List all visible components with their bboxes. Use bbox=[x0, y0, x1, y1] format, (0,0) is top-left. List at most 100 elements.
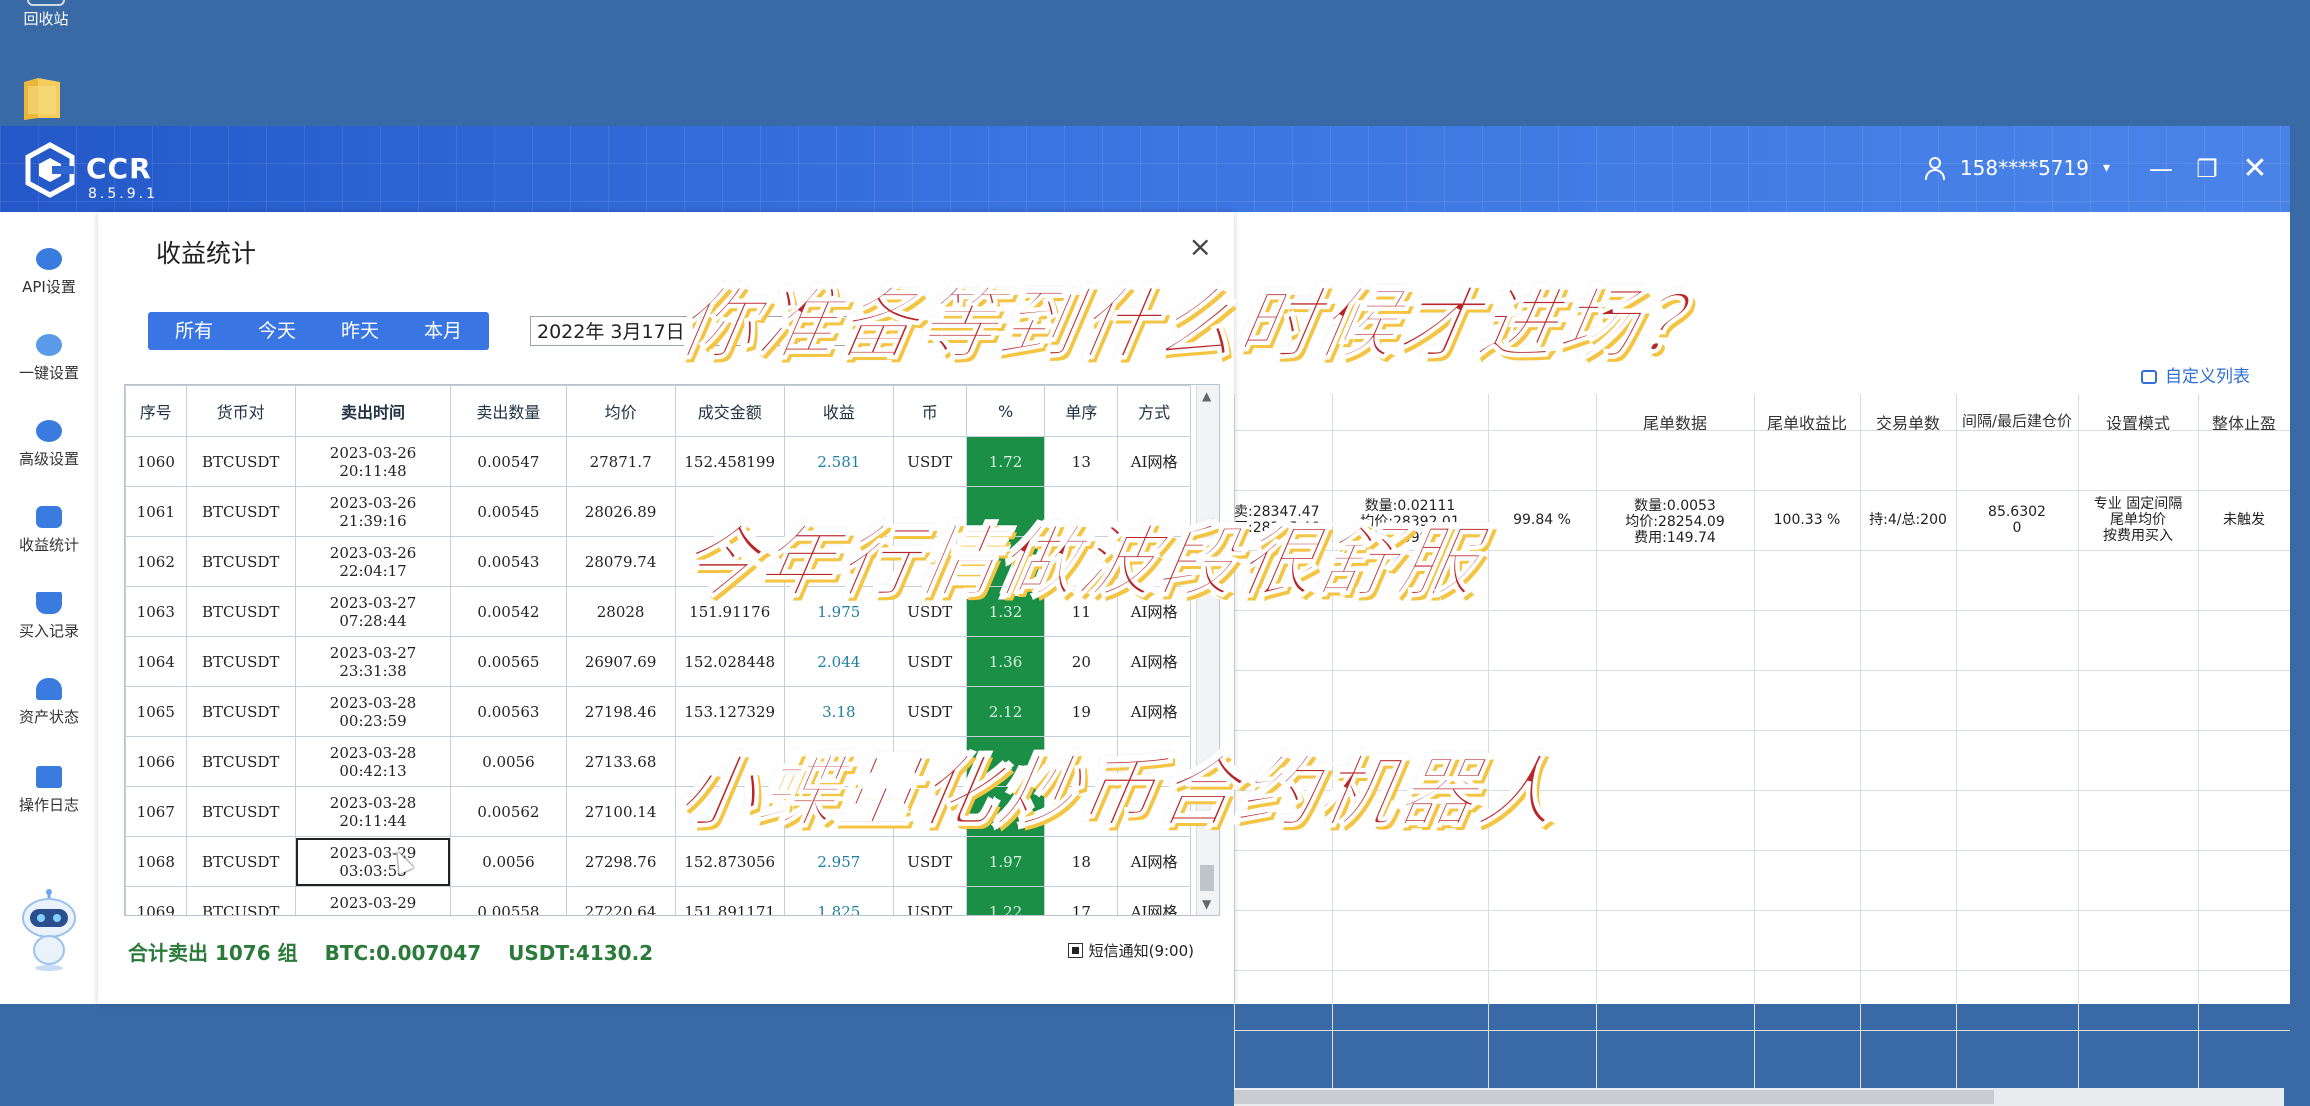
sidebar-item-label: 操作日志 bbox=[18, 796, 79, 814]
sidebar-item-label: API设置 bbox=[22, 278, 76, 296]
table-cell: AI网格 bbox=[1117, 886, 1191, 915]
table-cell: 2023-03-28 00:23:59 bbox=[294, 686, 452, 737]
table-row[interactable]: 1068 BTCUSDT 2023-03-29 03:03:53 0.0056 2729… bbox=[125, 836, 1191, 887]
recycle-bin-icon[interactable]: 回收站 bbox=[14, 0, 78, 29]
sidebar-item-label: 高级设置 bbox=[18, 450, 79, 468]
table-row[interactable]: 1069BTCUSDT2023-03-29 03:17:210.00558272… bbox=[125, 886, 1191, 915]
table-cell: 151.891171 bbox=[674, 886, 785, 915]
column-header: 间隔/最后建仓价 bbox=[1961, 412, 2073, 430]
horizontal-scrollbar[interactable] bbox=[1234, 1088, 2284, 1106]
grid-cell: 85.6302 0 bbox=[1988, 504, 2046, 536]
table-header-row: 序号 货币对 卖出时间 卖出数量 均价 成交金额 收益 币 % 单序 方式 bbox=[125, 385, 1191, 437]
sidebar-item-advanced[interactable]: 高级设置 bbox=[0, 420, 98, 469]
table-cell: 1.36 bbox=[965, 636, 1046, 687]
chevron-down-icon[interactable]: ▾ bbox=[2103, 160, 2110, 176]
table-cell: 28079.74 bbox=[565, 536, 676, 587]
table-cell: 1.825 bbox=[783, 886, 894, 915]
column-header[interactable]: 序号 bbox=[125, 385, 187, 437]
table-cell: 152.458199 bbox=[674, 436, 785, 487]
table-cell: BTCUSDT bbox=[185, 636, 296, 687]
scroll-down-icon[interactable]: ▼ bbox=[1202, 897, 1211, 911]
overlay-caption: 你准备等到什么时候才进场？ bbox=[670, 279, 1728, 371]
column-header[interactable]: 卖出时间 bbox=[294, 385, 452, 437]
table-row[interactable]: 1060 BTCUSDT 2023-03-26 20:11:48 0.00547 278… bbox=[125, 436, 1191, 487]
table-cell: 1066 bbox=[125, 736, 187, 787]
grid-cell: 数量:0.0053 均价:28254.09 费用:149.74 bbox=[1625, 498, 1725, 546]
column-header[interactable]: 方式 bbox=[1117, 385, 1191, 437]
filter-today-button[interactable]: 今天 bbox=[231, 312, 323, 350]
table-cell: 27220.64 bbox=[565, 886, 676, 915]
table-cell: 0.00543 bbox=[450, 536, 567, 587]
wallet-icon bbox=[36, 506, 62, 528]
app-name: CCR bbox=[86, 152, 152, 185]
sidebar-item-label: 一键设置 bbox=[18, 364, 79, 382]
settings-icon bbox=[2141, 370, 2157, 384]
table-cell: 2023-03-29 03:03:53 bbox=[294, 836, 452, 887]
minimize-button[interactable]: — bbox=[2144, 152, 2178, 186]
column-header[interactable]: 货币对 bbox=[185, 385, 296, 437]
table-cell: 1069 bbox=[125, 886, 187, 915]
sidebar-item-buy-records[interactable]: 买入记录 bbox=[0, 592, 98, 641]
table-cell: 2023-03-27 07:28:44 bbox=[294, 586, 452, 637]
sms-label: 短信通知(9:00) bbox=[1088, 942, 1194, 960]
column-header[interactable]: 成交金额 bbox=[674, 385, 785, 437]
grid-cell: 99.84 % bbox=[1513, 512, 1571, 528]
folder-icon[interactable] bbox=[20, 74, 64, 122]
maximize-button[interactable]: ❐ bbox=[2190, 152, 2224, 186]
sms-notify-checkbox[interactable]: 短信通知(9:00) bbox=[1067, 940, 1194, 961]
grid-cell: 未触发 bbox=[2223, 512, 2265, 528]
grid-cell: 100.33 % bbox=[1773, 512, 1841, 528]
close-button[interactable]: ✕ bbox=[2238, 152, 2272, 186]
sidebar-item-logs[interactable]: 操作日志 bbox=[0, 766, 98, 815]
table-cell: USDT bbox=[892, 886, 967, 915]
checkbox-icon[interactable] bbox=[1067, 943, 1083, 958]
table-cell: 27298.76 bbox=[565, 836, 676, 887]
column-header[interactable]: % bbox=[965, 385, 1046, 437]
table-cell: 1060 bbox=[125, 436, 187, 487]
custom-columns-link[interactable]: 自定义列表 bbox=[2141, 362, 2250, 387]
table-cell: BTCUSDT bbox=[185, 836, 296, 887]
sidebar-item-quick-setup[interactable]: 一键设置 bbox=[0, 334, 98, 383]
sidebar-item-assets[interactable]: 资产状态 bbox=[0, 678, 98, 727]
column-header[interactable]: 卖出数量 bbox=[450, 385, 567, 437]
overlay-caption: 小蝶量化炒币合约机器人 bbox=[670, 747, 1568, 839]
table-cell: 0.0056 bbox=[450, 836, 567, 887]
table-cell: AI网格 bbox=[1117, 636, 1191, 687]
log-icon bbox=[36, 766, 62, 788]
table-cell: USDT bbox=[892, 636, 967, 687]
filter-yesterday-button[interactable]: 昨天 bbox=[314, 312, 406, 350]
ccr-logo-icon bbox=[25, 142, 75, 198]
table-cell: 1064 bbox=[125, 636, 187, 687]
dialog-close-button[interactable]: × bbox=[1189, 230, 1212, 263]
sidebar-item-profit-stats[interactable]: 收益统计 bbox=[0, 506, 98, 555]
column-header[interactable]: 币 bbox=[892, 385, 967, 437]
table-cell: 18 bbox=[1044, 836, 1119, 887]
trash-icon bbox=[27, 0, 65, 6]
sidebar: API设置 一键设置 高级设置 收益统计 买入记录 资产状态 操作日志 bbox=[0, 212, 99, 1004]
table-cell: 20 bbox=[1044, 636, 1119, 687]
table-cell: 17 bbox=[1044, 886, 1119, 915]
filter-all-button[interactable]: 所有 bbox=[148, 312, 240, 350]
table-cell: 2.581 bbox=[783, 436, 894, 487]
filter-month-button[interactable]: 本月 bbox=[397, 312, 489, 350]
table-cell: USDT bbox=[892, 686, 967, 737]
table-cell: 2023-03-26 20:11:48 bbox=[294, 436, 452, 487]
column-header[interactable]: 收益 bbox=[783, 385, 894, 437]
table-cell: BTCUSDT bbox=[185, 586, 296, 637]
table-cell: 2023-03-28 20:11:44 bbox=[294, 786, 452, 837]
table-cell: 19 bbox=[1044, 686, 1119, 737]
column-header[interactable]: 单序 bbox=[1044, 385, 1119, 437]
user-menu[interactable]: 158****5719 ▾ bbox=[1924, 156, 2110, 180]
summary-total: 合计卖出 1076 组 bbox=[128, 941, 298, 965]
table-cell: 27133.68 bbox=[565, 736, 676, 787]
sidebar-item-api[interactable]: API设置 bbox=[0, 248, 98, 297]
table-row[interactable]: 1065 BTCUSDT 2023-03-28 00:23:59 0.00563 271… bbox=[125, 686, 1191, 737]
table-cell: 152.028448 bbox=[674, 636, 785, 687]
summary-btc: BTC:0.007047 bbox=[324, 941, 482, 965]
summary-usdt: USDT:4130.2 bbox=[508, 941, 654, 965]
table-cell: 3.18 bbox=[783, 686, 894, 737]
robot-assistant-icon[interactable] bbox=[20, 888, 78, 972]
scroll-up-icon[interactable]: ▲ bbox=[1202, 389, 1211, 403]
column-header[interactable]: 均价 bbox=[565, 385, 676, 437]
table-row[interactable]: 1064 BTCUSDT 2023-03-27 23:31:38 0.00565 269… bbox=[125, 636, 1191, 687]
